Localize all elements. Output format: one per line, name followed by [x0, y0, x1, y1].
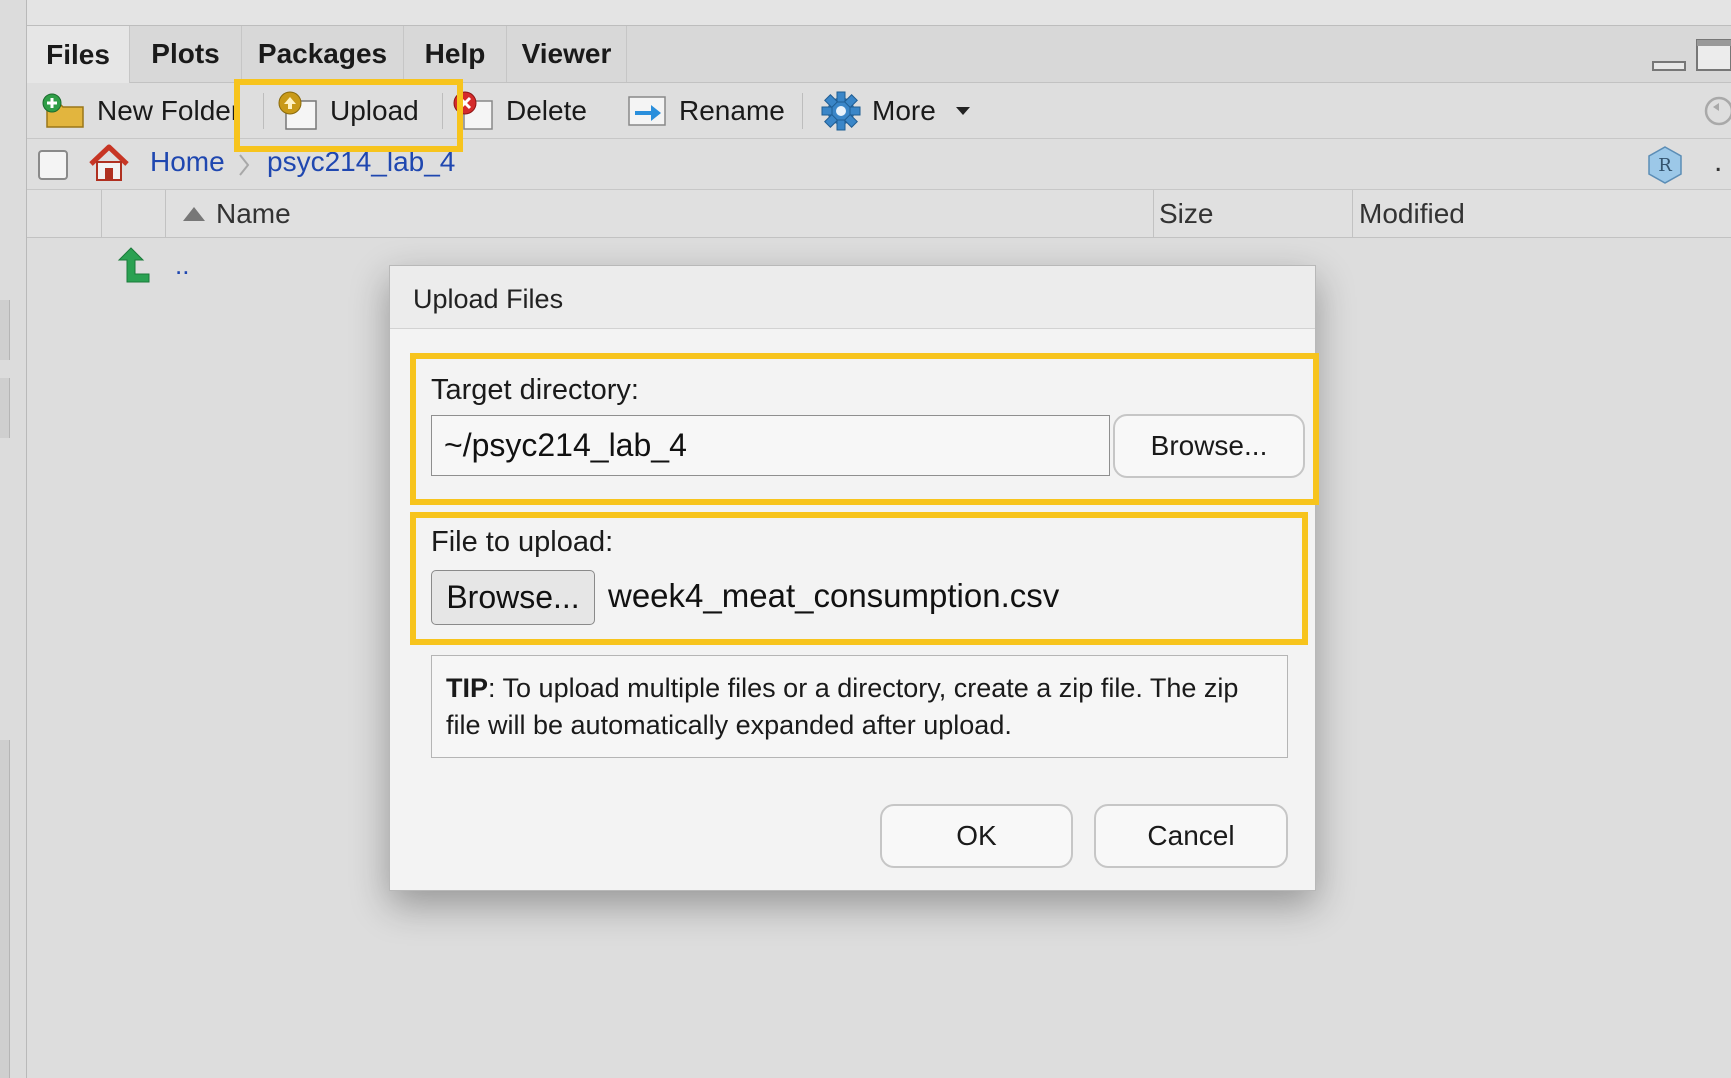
delete-label: Delete [506, 94, 587, 126]
select-all-checkbox[interactable] [38, 150, 68, 180]
tab-label: Help [424, 38, 486, 69]
gutter-handle [0, 378, 10, 438]
target-directory-input[interactable] [431, 415, 1110, 476]
tab-label: Files [46, 38, 110, 70]
rename-button[interactable]: Rename [627, 83, 785, 138]
refresh-icon[interactable] [1699, 93, 1731, 129]
ok-button[interactable]: OK [880, 804, 1073, 868]
dialog-header: Upload Files [390, 266, 1315, 329]
more-menu-button[interactable]: More [820, 83, 990, 138]
tab-plots[interactable]: Plots [130, 26, 242, 82]
column-name-label: Name [216, 197, 291, 229]
file-table-header: Name Size Modified [27, 190, 1731, 238]
column-size-label: Size [1159, 197, 1214, 229]
r-project-icon[interactable]: R [1645, 145, 1685, 185]
ok-label: OK [956, 820, 997, 851]
delete-button[interactable]: Delete [452, 83, 587, 138]
dialog-title: Upload Files [413, 284, 564, 314]
column-name-header[interactable]: Name [180, 190, 291, 237]
rename-label: Rename [679, 94, 785, 126]
target-browse-label: Browse... [1150, 430, 1268, 461]
column-divider [1153, 190, 1154, 237]
tab-label: Packages [257, 38, 388, 69]
tip-box: TIP: To upload multiple files or a direc… [431, 655, 1288, 758]
target-directory-label: Target directory: [431, 374, 639, 406]
window-top-edge [0, 0, 1731, 26]
left-pane-gutter [0, 0, 27, 1078]
column-modified-header[interactable]: Modified [1359, 190, 1465, 237]
cancel-button[interactable]: Cancel [1094, 804, 1288, 868]
selected-file-name: week4_meat_consumption.csv [608, 577, 1060, 614]
more-label: More [872, 94, 936, 126]
gutter-handle [0, 740, 10, 1078]
upload-files-dialog: Upload Files Target directory: Browse...… [389, 265, 1319, 891]
new-folder-icon [42, 93, 84, 128]
parent-dir-link[interactable]: .. [175, 250, 189, 281]
pane-tabbar: Files Plots Packages Help Viewer [27, 26, 1731, 83]
column-divider [165, 190, 166, 237]
svg-text:R: R [1658, 155, 1672, 176]
gutter-handle [0, 300, 10, 360]
maximize-icon[interactable] [1695, 38, 1731, 72]
tab-help[interactable]: Help [404, 26, 507, 82]
new-folder-button[interactable]: New Folder [41, 83, 240, 138]
cancel-label: Cancel [1147, 820, 1235, 851]
tab-label: Viewer [521, 38, 612, 69]
file-browse-label: Browse... [446, 579, 580, 615]
home-icon[interactable] [87, 142, 131, 184]
minimize-icon[interactable] [1651, 42, 1687, 72]
tip-heading: TIP [446, 673, 489, 703]
gear-icon [821, 91, 861, 130]
column-modified-label: Modified [1359, 197, 1465, 229]
tab-label: Plots [151, 38, 220, 69]
breadcrumb-home-link[interactable]: Home [150, 146, 225, 178]
chevron-down-icon [955, 106, 970, 115]
breadcrumb-separator-icon [239, 154, 250, 176]
breadcrumb-overflow[interactable]: . [1714, 145, 1722, 179]
toolbar-separator [802, 93, 803, 129]
tab-packages[interactable]: Packages [242, 26, 404, 82]
new-folder-label: New Folder [97, 94, 241, 126]
column-divider [1352, 190, 1353, 237]
upload-button-highlight [234, 79, 463, 152]
file-to-upload-label: File to upload: [431, 526, 614, 558]
target-browse-button[interactable]: Browse... [1113, 414, 1305, 478]
sort-asc-icon [183, 206, 205, 221]
column-size-header[interactable]: Size [1159, 190, 1213, 237]
parent-dir-arrow-icon [117, 247, 150, 283]
rename-icon [628, 95, 666, 126]
column-divider [101, 190, 102, 237]
file-browse-button[interactable]: Browse... [431, 570, 595, 625]
tip-text: : To upload multiple files or a director… [446, 673, 1239, 740]
tab-viewer[interactable]: Viewer [507, 26, 627, 82]
tab-files[interactable]: Files [27, 26, 130, 83]
